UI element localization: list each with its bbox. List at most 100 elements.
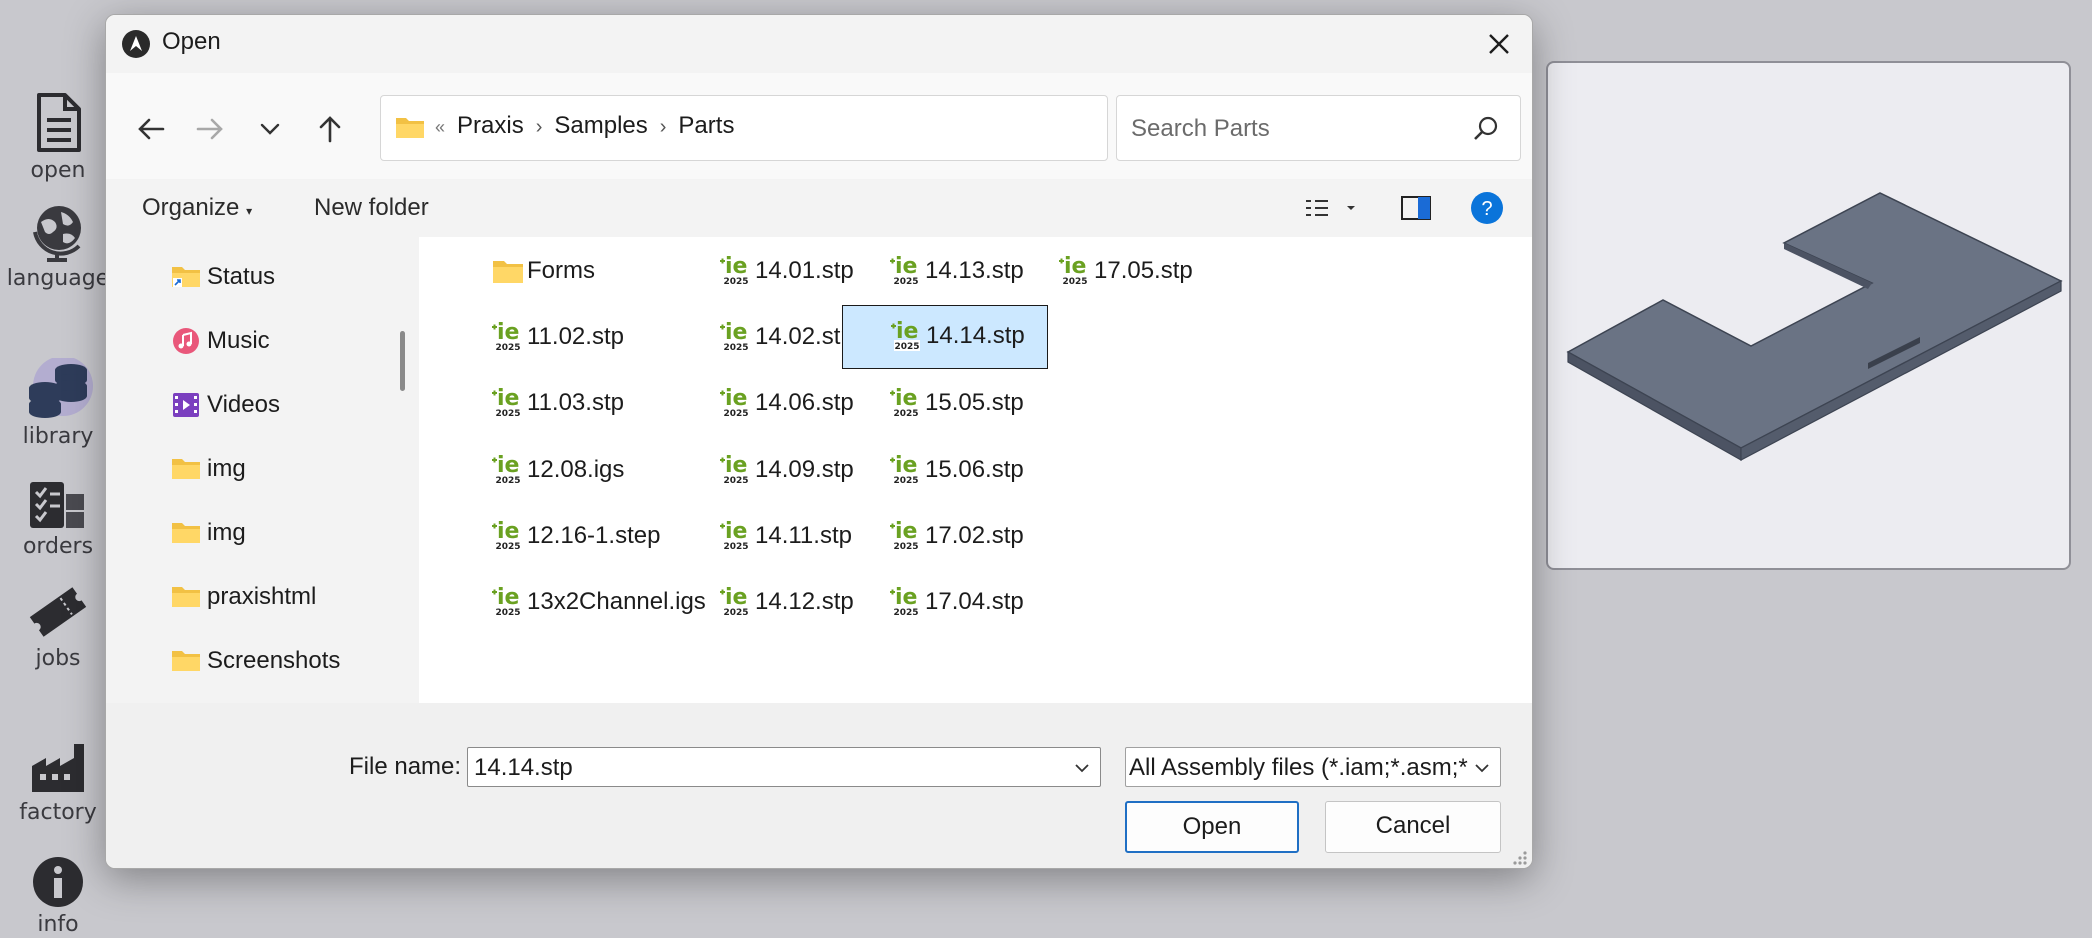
open-button[interactable]: Open	[1125, 801, 1299, 853]
nav-item[interactable]: img	[171, 449, 386, 489]
file-item[interactable]: ie 2025 17.02.stp	[889, 506, 1094, 566]
nav-item-label: praxishtml	[207, 583, 317, 610]
cad-file-icon: ie2025	[890, 453, 919, 486]
file-item[interactable]: ie 2025 13x2Channel.igs	[491, 572, 706, 632]
file-item[interactable]: ie 2025 17.05.stp	[1058, 241, 1263, 301]
nav-item[interactable]: Videos	[171, 385, 438, 425]
cad-file-icon: ie2025	[720, 386, 749, 419]
rail-factory[interactable]: factory	[0, 740, 116, 825]
file-item[interactable]: ie 2025 11.03.stp	[491, 373, 701, 433]
nav-item[interactable]: Music	[171, 321, 438, 361]
file-name-label: 14.14.stp	[926, 322, 1025, 350]
file-item[interactable]: ie 2025 12.08.igs	[491, 440, 701, 500]
cad-file-icon: ie2025	[720, 519, 749, 552]
ticket-icon	[29, 587, 87, 637]
file-name-label: 15.05.stp	[925, 389, 1024, 417]
database-icon	[29, 358, 93, 418]
file-icon-badge: 2025	[893, 476, 918, 486]
nav-item[interactable]: praxishtml	[171, 577, 386, 617]
file-item[interactable]: ie 2025 17.04.stp	[889, 572, 1094, 632]
cad-file-icon: ie2025	[492, 585, 521, 618]
file-name-label: 17.04.stp	[925, 588, 1024, 615]
file-name-label: File name:	[349, 753, 462, 780]
preview-pane-icon[interactable]	[1400, 193, 1432, 223]
cad-file-icon: ie2025	[890, 254, 919, 287]
breadcrumb-item[interactable]: Parts	[678, 112, 734, 139]
rail-jobs-label: jobs	[35, 646, 81, 671]
cad-file-icon: ie2025	[720, 585, 749, 618]
breadcrumb-separator-icon: ›	[659, 116, 667, 138]
file-icon-badge: 2025	[723, 343, 748, 353]
file-icon-badge: 2025	[893, 608, 918, 618]
rail-info[interactable]: info	[0, 856, 116, 937]
up-arrow-icon[interactable]	[310, 109, 350, 149]
chevron-down-icon[interactable]	[1072, 758, 1092, 778]
file-name-label: 14.11.stp	[755, 521, 852, 549]
address-bar[interactable]: « Praxis › Samples › Parts	[380, 95, 1357, 161]
breadcrumb-item[interactable]: Praxis	[457, 112, 524, 139]
nav-item[interactable]: Status	[171, 257, 438, 297]
file-item[interactable]: ie 2025 15.06.stp	[889, 440, 1094, 500]
rail-orders[interactable]: orders	[0, 474, 116, 559]
nav-pane-scrollbar[interactable]	[400, 331, 405, 391]
nav-item-label: Music	[207, 327, 270, 354]
file-item[interactable]: ie 2025 14.14.stp	[842, 305, 1048, 370]
file-name-combobox[interactable]	[467, 747, 1101, 787]
file-icon-badge: 2025	[1062, 277, 1087, 287]
rail-info-label: info	[37, 912, 79, 937]
breadcrumb-overflow[interactable]: «	[435, 117, 445, 137]
rail-open[interactable]: open	[0, 92, 116, 183]
organize-button[interactable]: Organize ▾	[142, 194, 252, 222]
file-name-label: 11.02.stp	[527, 323, 624, 351]
globe-icon	[33, 206, 81, 262]
file-icon-badge: 2025	[495, 343, 520, 353]
back-arrow-icon[interactable]	[131, 109, 171, 149]
search-input[interactable]	[1129, 110, 1453, 148]
nav-item[interactable]: img	[171, 513, 386, 553]
close-icon[interactable]	[1482, 27, 1516, 61]
file-item[interactable]: ie 2025 15.05.stp	[889, 373, 1094, 433]
nav-item-label: img	[207, 519, 246, 546]
help-icon[interactable]: ?	[1470, 191, 1504, 225]
search-box[interactable]	[1116, 95, 1521, 161]
resize-grip-icon[interactable]	[1510, 848, 1528, 866]
file-type-filter[interactable]: All Assembly files (*.iam;*.asm;*.	[1125, 747, 1501, 787]
info-icon	[33, 857, 83, 907]
rail-language[interactable]: language	[0, 202, 116, 291]
file-name-label: 13x2Channel.igs	[527, 588, 706, 615]
dialog-title: Open	[162, 28, 221, 55]
file-name-label: 14.02.stp	[755, 323, 854, 351]
cad-file-icon: ie2025	[891, 319, 920, 352]
nav-item[interactable]: Screenshots	[171, 641, 386, 681]
folder-icon	[172, 651, 200, 671]
file-name-label: 12.08.igs	[527, 455, 625, 483]
rail-jobs[interactable]: jobs	[0, 582, 116, 671]
file-name-field[interactable]	[472, 751, 1056, 785]
new-folder-button[interactable]: New folder	[314, 194, 429, 222]
recent-locations-chevron-icon[interactable]	[250, 109, 290, 149]
command-bar: Organize ▾ New folder ?	[106, 179, 1532, 237]
file-icon-badge: 2025	[723, 542, 748, 552]
file-item[interactable]: ie 2025 12.16-1.step	[491, 506, 701, 566]
search-icon[interactable]	[1472, 115, 1500, 143]
organize-label: Organize	[142, 194, 240, 221]
document-icon	[37, 93, 81, 152]
view-details-icon[interactable]	[1302, 193, 1358, 223]
nav-item-label: img	[207, 455, 246, 482]
file-icon-badge: 2025	[893, 409, 918, 419]
dialog-footer: File name: All Assembly files (*.iam;*.a…	[106, 703, 1532, 868]
folder-icon	[396, 118, 424, 138]
svg-text:?: ?	[1481, 198, 1492, 220]
cad-file-icon: ie2025	[492, 386, 521, 419]
file-icon-badge: 2025	[495, 476, 520, 486]
folder-item[interactable]: Forms	[491, 241, 701, 301]
file-item[interactable]: ie 2025 11.02.stp	[491, 307, 701, 367]
rail-library[interactable]: library	[0, 358, 116, 449]
file-type-filter-value: All Assembly files (*.iam;*.asm;*.	[1129, 754, 1469, 781]
cancel-button[interactable]: Cancel	[1325, 801, 1501, 853]
cad-file-icon: ie2025	[492, 519, 521, 552]
folder-shortcut-icon	[172, 267, 200, 287]
chevron-down-icon[interactable]	[1472, 758, 1492, 778]
forward-arrow-icon[interactable]	[190, 109, 230, 149]
breadcrumb-item[interactable]: Samples	[554, 112, 647, 139]
